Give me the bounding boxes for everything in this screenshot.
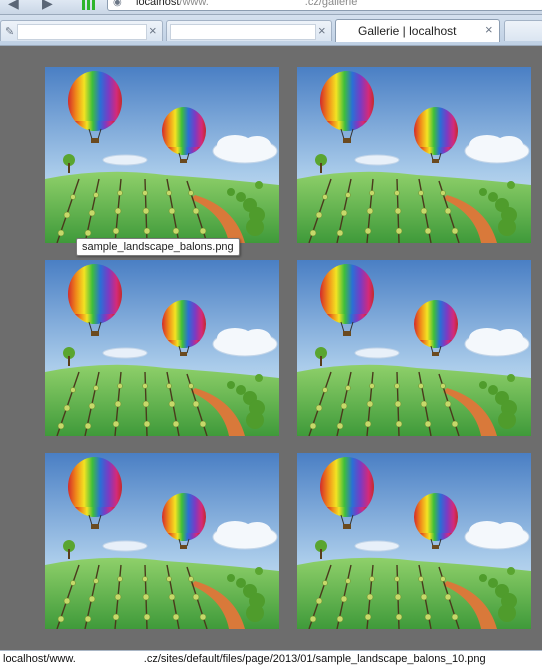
close-icon[interactable]: × <box>485 23 493 37</box>
forward-arrow-icon[interactable]: ▶ <box>42 0 58 10</box>
tab-1[interactable]: ✎ × <box>0 20 163 41</box>
tab-4[interactable] <box>504 20 542 41</box>
signal-icon <box>82 0 96 10</box>
status-url-suffix: .cz/sites/default/files/page/2013/01/sam… <box>143 653 486 665</box>
close-icon[interactable]: × <box>318 24 326 38</box>
gallery-image-4[interactable] <box>297 260 531 436</box>
tab-gallerie-title: Gallerie | localhost <box>358 24 457 38</box>
status-url: localhost/www. .cz/sites/default/files/pa… <box>3 653 486 665</box>
gallery-image-1[interactable] <box>45 67 279 243</box>
page-icon: ✎ <box>5 26 15 38</box>
redacted-domain <box>208 0 305 7</box>
address-host: localhost <box>136 0 180 8</box>
tab-strip: ✎ × × Gallerie | localhost × <box>0 15 542 46</box>
landscape-balloons-image <box>45 67 279 243</box>
status-bar: localhost/www. .cz/sites/default/files/pa… <box>0 650 542 668</box>
globe-icon: ◉ <box>113 0 122 8</box>
redacted-domain <box>75 654 144 665</box>
landscape-balloons-image <box>297 453 531 629</box>
gallery-image-2[interactable] <box>297 67 531 243</box>
image-gallery <box>0 46 542 650</box>
landscape-balloons-image <box>45 260 279 436</box>
landscape-balloons-image <box>45 453 279 629</box>
back-arrow-icon[interactable]: ◀ <box>8 0 24 10</box>
tab-1-title <box>17 24 147 40</box>
landscape-balloons-image <box>297 260 531 436</box>
image-tooltip: sample_landscape_balons.png <box>76 238 240 256</box>
browser-toolbar: ◀ ▶ ◉ localhost/www. .cz/gallerie <box>0 0 542 15</box>
landscape-balloons-image <box>297 67 531 243</box>
address-text: localhost/www. .cz/gallerie <box>136 0 357 8</box>
gallery-image-3[interactable] <box>45 260 279 436</box>
gallery-image-5[interactable] <box>45 453 279 629</box>
address-path-prefix: /www. <box>179 0 209 8</box>
tab-2[interactable]: × <box>166 20 332 41</box>
tab-gallerie[interactable]: Gallerie | localhost × <box>335 19 500 42</box>
address-bar[interactable]: ◉ localhost/www. .cz/gallerie <box>107 0 542 11</box>
address-path-suffix: .cz/gallerie <box>304 0 358 8</box>
status-url-prefix: localhost/www. <box>3 653 76 665</box>
tab-2-title <box>170 24 316 40</box>
gallery-image-6[interactable] <box>297 453 531 629</box>
close-icon[interactable]: × <box>149 24 157 38</box>
